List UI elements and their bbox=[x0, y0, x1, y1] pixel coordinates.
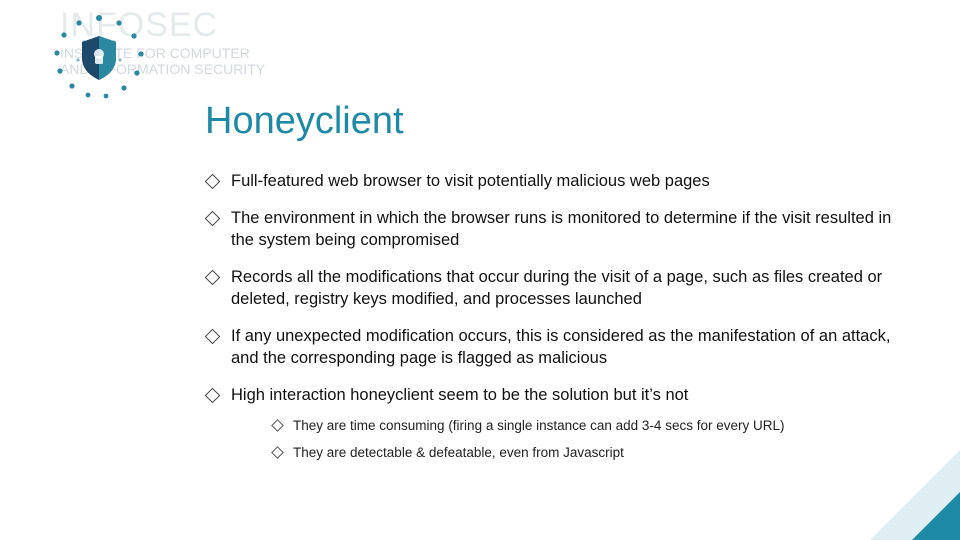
bullet-list: Full-featured web browser to visit poten… bbox=[205, 171, 900, 462]
slide-body: Honeyclient Full-featured web browser to… bbox=[0, 0, 960, 540]
bullet-text: The environment in which the browser run… bbox=[231, 209, 891, 248]
list-item: They are time consuming (firing a single… bbox=[271, 417, 900, 435]
slide-title: Honeyclient bbox=[205, 100, 900, 143]
sub-bullet-text: They are detectable & defeatable, even f… bbox=[293, 445, 624, 460]
list-item: Full-featured web browser to visit poten… bbox=[205, 171, 900, 192]
list-item: High interaction honeyclient seem to be … bbox=[205, 385, 900, 462]
list-item: Records all the modifications that occur… bbox=[205, 267, 900, 310]
list-item: They are detectable & defeatable, even f… bbox=[271, 444, 900, 462]
bullet-text: If any unexpected modification occurs, t… bbox=[231, 327, 890, 366]
list-item: If any unexpected modification occurs, t… bbox=[205, 326, 900, 369]
sub-bullet-list: They are time consuming (firing a single… bbox=[231, 417, 900, 462]
corner-accent-icon bbox=[912, 492, 960, 540]
bullet-text: Full-featured web browser to visit poten… bbox=[231, 172, 710, 190]
sub-bullet-text: They are time consuming (firing a single… bbox=[293, 418, 784, 433]
bullet-text: Records all the modifications that occur… bbox=[231, 268, 882, 307]
bullet-text: High interaction honeyclient seem to be … bbox=[231, 386, 688, 404]
list-item: The environment in which the browser run… bbox=[205, 208, 900, 251]
